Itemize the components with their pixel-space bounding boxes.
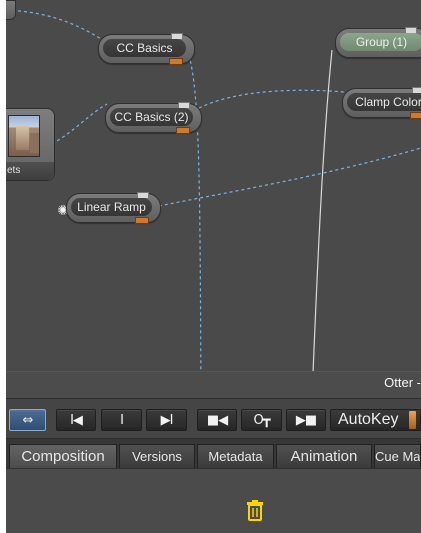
node-bottom-badge	[410, 112, 421, 119]
partial-node-top-left[interactable]	[6, 0, 16, 20]
schematic-view[interactable]: CC Basics ets CC Basics (2) ✺ Linear Ram…	[6, 0, 421, 398]
app-window: CC Basics ets CC Basics (2) ✺ Linear Ram…	[0, 0, 421, 533]
wire-top-to-cc-basics	[6, 9, 107, 43]
previous-key-icon: ■◀	[206, 413, 228, 428]
bidirectional-arrow-icon: ⇔	[22, 413, 34, 428]
next-key-button[interactable]: ▶■	[286, 409, 326, 431]
node-label: Clamp Color	[347, 93, 421, 111]
tab-cue-manager[interactable]: Cue Ma	[374, 444, 421, 469]
node-linear-ramp[interactable]: Linear Ramp	[66, 192, 161, 224]
autokey-indicator	[409, 411, 416, 429]
go-to-end-button[interactable]: ▶I	[146, 409, 187, 431]
node-cc-basics[interactable]: CC Basics	[98, 33, 195, 65]
node-bottom-badge	[176, 127, 190, 134]
node-bottom-badge	[135, 217, 149, 224]
node-group-1[interactable]: Group (1)	[335, 27, 421, 58]
go-to-end-icon: ▶I	[160, 413, 174, 428]
wire-cc-basics-2-to-clamp	[198, 89, 345, 109]
tab-label: Metadata	[208, 449, 263, 464]
thumbnail-label: ets	[6, 162, 54, 180]
go-to-start-icon: I◀	[70, 413, 83, 428]
node-clamp-color[interactable]: Clamp Color	[342, 87, 421, 119]
image-thumbnail	[8, 115, 40, 157]
next-key-icon: ▶■	[295, 413, 317, 428]
set-marker-icon: I	[120, 413, 124, 428]
node-asset-thumbnail[interactable]: ets	[6, 108, 55, 181]
tab-metadata[interactable]: Metadata	[197, 444, 274, 469]
autokey-label: AutoKey	[338, 411, 399, 428]
node-label: CC Basics (2)	[110, 108, 193, 126]
key-icon: O┳	[253, 413, 270, 428]
node-bottom-badge	[169, 58, 183, 65]
set-marker-button[interactable]: I	[101, 409, 142, 431]
tab-versions[interactable]: Versions	[119, 444, 195, 469]
tab-bar: Composition Versions Metadata Animation …	[6, 438, 421, 469]
tab-label: Animation	[290, 448, 358, 465]
animation-panel	[6, 468, 421, 533]
wire-group-down	[311, 49, 333, 398]
previous-key-button[interactable]: ■◀	[197, 409, 237, 431]
compositor-app: CC Basics ets CC Basics (2) ✺ Linear Ram…	[6, 0, 421, 533]
wire-thumb-to-cc-basics-2	[51, 103, 108, 145]
tab-label: Composition	[21, 448, 105, 465]
go-to-start-button[interactable]: I◀	[56, 409, 96, 431]
key-button[interactable]: O┳	[241, 409, 282, 431]
tab-composition[interactable]: Composition	[9, 444, 117, 469]
link-toggle-button[interactable]: ⇔	[9, 409, 46, 431]
status-text: Otter -	[384, 375, 421, 390]
trash-icon[interactable]	[246, 500, 264, 522]
autokey-button[interactable]: AutoKey	[330, 409, 421, 431]
status-bar: Otter -	[6, 371, 421, 398]
node-label: Linear Ramp	[71, 198, 152, 216]
tab-label: Cue Ma	[375, 449, 421, 464]
node-cc-basics-2[interactable]: CC Basics (2)	[105, 102, 202, 134]
tab-label: Versions	[132, 449, 182, 464]
tab-animation[interactable]: Animation	[276, 444, 372, 469]
transport-toolbar: ⇔ I◀ I ▶I ■◀ O┳ ▶■ AutoKey	[6, 398, 421, 438]
node-label: Group (1)	[340, 33, 421, 51]
node-label: CC Basics	[103, 39, 186, 57]
